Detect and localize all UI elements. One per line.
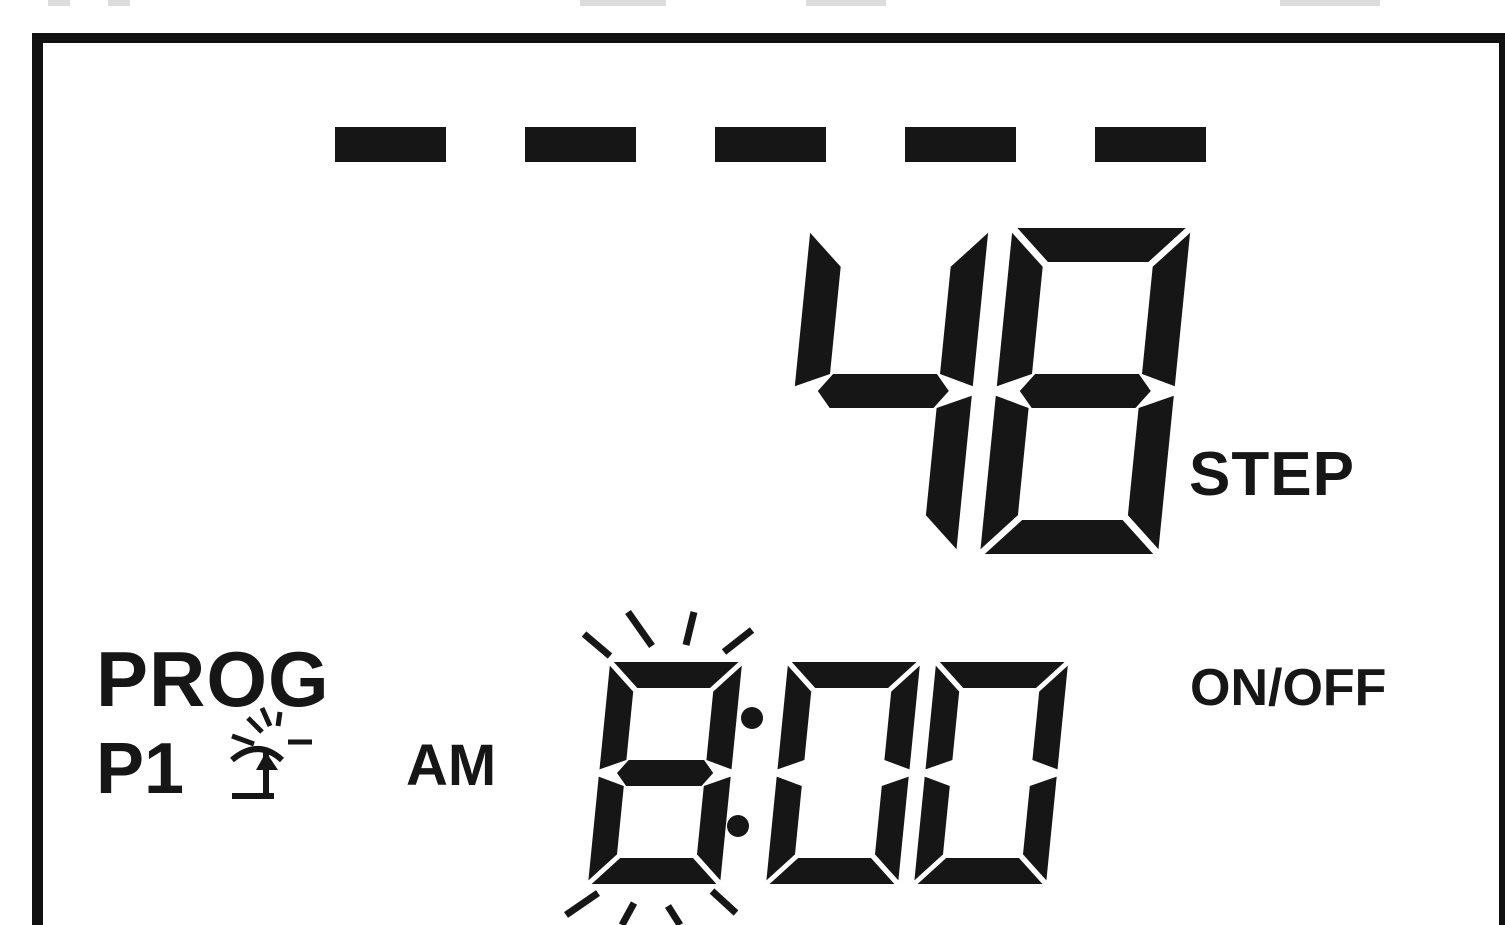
colon-dot-lower bbox=[727, 815, 749, 837]
segment-c bbox=[1127, 395, 1174, 550]
segment-c bbox=[1023, 776, 1057, 881]
segment-d bbox=[917, 858, 1043, 884]
dash-segment bbox=[1095, 127, 1206, 162]
segment-d bbox=[769, 858, 895, 884]
segment-f bbox=[794, 232, 841, 387]
segment-f bbox=[996, 232, 1043, 387]
segment-g bbox=[817, 374, 949, 408]
dash-segment bbox=[525, 127, 636, 162]
segment-a bbox=[791, 662, 917, 688]
dash-row bbox=[335, 127, 1206, 162]
dash-segment bbox=[715, 127, 826, 162]
step-label: STEP bbox=[1189, 440, 1355, 509]
segment-g bbox=[1019, 374, 1151, 408]
segment-a bbox=[613, 662, 739, 688]
step-digit-4 bbox=[794, 232, 989, 550]
time-digit-0 bbox=[914, 662, 1068, 884]
segment-f bbox=[777, 665, 812, 770]
segment-a bbox=[1017, 228, 1186, 262]
step-digit-8 bbox=[980, 228, 1191, 554]
am-indicator: AM bbox=[406, 733, 497, 798]
segment-c bbox=[697, 776, 731, 881]
program-number-label: P1 bbox=[96, 729, 185, 809]
segment-g bbox=[617, 760, 714, 786]
segment-f bbox=[599, 665, 634, 770]
segment-d bbox=[984, 520, 1154, 554]
segment-c bbox=[925, 395, 972, 550]
dash-segment bbox=[335, 127, 446, 162]
segment-a bbox=[939, 662, 1065, 688]
prog-label: PROG bbox=[96, 635, 330, 723]
segment-c bbox=[875, 776, 909, 881]
segment-b bbox=[940, 232, 989, 387]
time-digit-0 bbox=[766, 662, 920, 884]
time-digits bbox=[588, 662, 1068, 884]
dash-segment bbox=[905, 127, 1016, 162]
segment-f bbox=[925, 665, 960, 770]
step-digits bbox=[794, 228, 1191, 554]
on-off-indicator: ON/OFF bbox=[1190, 659, 1387, 717]
segment-d bbox=[591, 858, 717, 884]
colon-dot-upper bbox=[741, 707, 763, 729]
time-digit-8 bbox=[588, 662, 742, 884]
